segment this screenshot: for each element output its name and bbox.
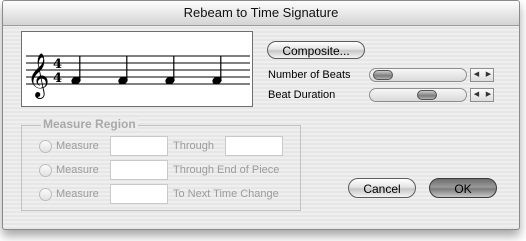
dialog-title: Rebeam to Time Signature: [3, 1, 519, 26]
beat-duration-stepper[interactable]: ◀ ▶: [470, 88, 494, 102]
beat-duration-slider[interactable]: [369, 88, 467, 102]
rebeam-dialog: Rebeam to Time Signature 𝄞 4 4 Composite…: [2, 0, 520, 230]
arrow-right-icon[interactable]: ▶: [483, 69, 494, 81]
through-label: Through: [173, 140, 214, 152]
staff-preview: 𝄞 4 4: [21, 31, 253, 107]
staff-notation: 𝄞 4 4: [26, 53, 250, 99]
measure-end-of-piece-radio[interactable]: [39, 164, 52, 177]
time-sig-bottom: 4: [53, 71, 62, 86]
measure-label: Measure: [56, 188, 99, 200]
composite-button[interactable]: Composite...: [267, 41, 365, 59]
slider-thumb[interactable]: [373, 70, 393, 80]
to-next-time-change-label: To Next Time Change: [173, 188, 279, 200]
measure-label: Measure: [56, 164, 99, 176]
measure-start-field[interactable]: [110, 160, 168, 180]
through-end-of-piece-label: Through End of Piece: [173, 164, 280, 176]
number-of-beats-slider[interactable]: [369, 68, 467, 82]
number-of-beats-label: Number of Beats: [268, 69, 351, 81]
treble-clef-icon: 𝄞: [27, 53, 49, 99]
measure-region-title: Measure Region: [41, 117, 138, 131]
arrow-left-icon[interactable]: ◀: [471, 89, 482, 101]
measure-through-radio[interactable]: [39, 140, 52, 153]
cancel-button[interactable]: Cancel: [348, 178, 416, 198]
time-sig-top: 4: [53, 57, 62, 72]
number-of-beats-stepper[interactable]: ◀ ▶: [470, 68, 494, 82]
measure-start-field[interactable]: [110, 184, 168, 204]
arrow-left-icon[interactable]: ◀: [471, 69, 482, 81]
beat-duration-label: Beat Duration: [268, 89, 336, 101]
slider-thumb[interactable]: [417, 90, 437, 100]
measure-label: Measure: [56, 140, 99, 152]
measure-end-field[interactable]: [225, 136, 283, 156]
measure-start-field[interactable]: [110, 136, 168, 156]
arrow-right-icon[interactable]: ▶: [483, 89, 494, 101]
measure-next-time-change-radio[interactable]: [39, 188, 52, 201]
ok-button[interactable]: OK: [429, 178, 497, 198]
